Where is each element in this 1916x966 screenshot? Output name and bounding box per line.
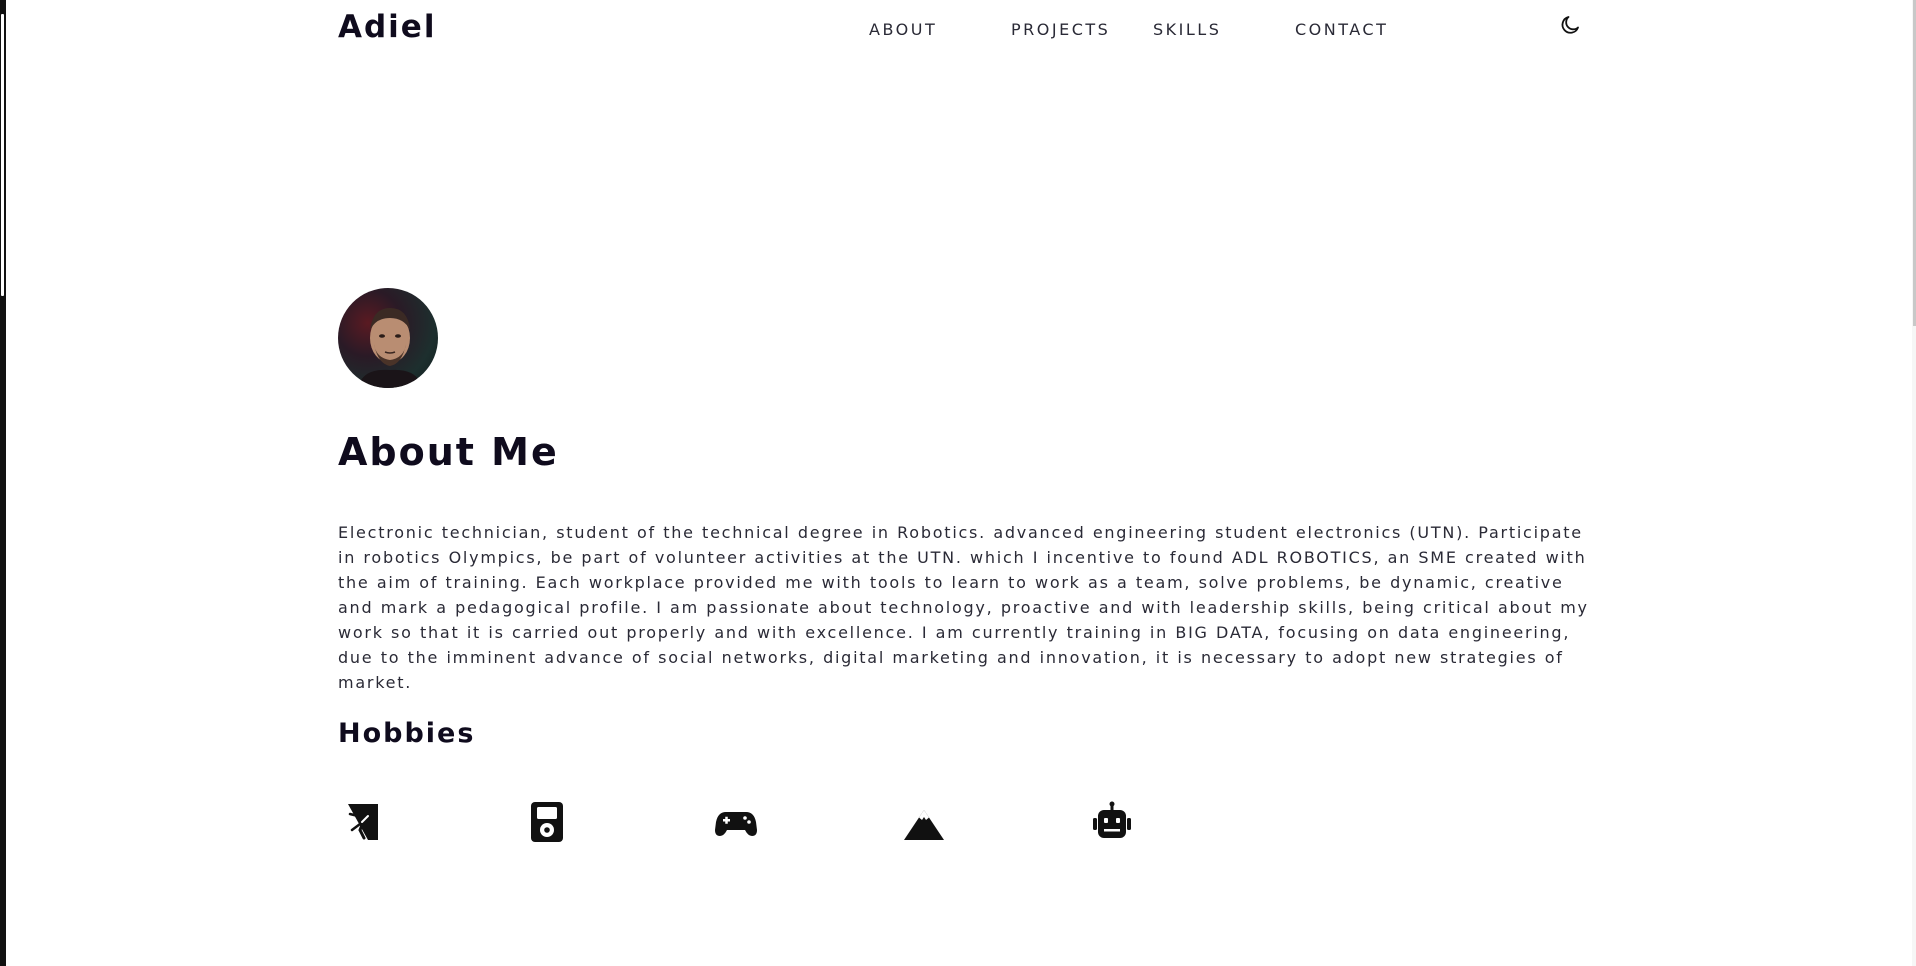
nav-contact[interactable]: CONTACT — [1295, 20, 1388, 39]
site-header: Adiel ABOUT PROJECTS SKILLS CONTACT — [0, 0, 1916, 58]
hobbies-title: Hobbies — [338, 718, 476, 749]
about-description: Electronic technician, student of the te… — [338, 523, 1589, 692]
nav-projects[interactable]: PROJECTS — [1011, 20, 1110, 39]
window-edge — [0, 0, 6, 966]
climbing-icon — [338, 800, 382, 844]
scrollbar[interactable] — [1912, 0, 1916, 966]
nav-about[interactable]: ABOUT — [869, 20, 937, 39]
about-title: About Me — [338, 430, 559, 474]
mountain-icon — [902, 800, 946, 844]
site-logo[interactable]: Adiel — [338, 9, 436, 45]
gamepad-icon — [714, 800, 758, 844]
moon-icon[interactable] — [1558, 13, 1582, 37]
profile-avatar — [338, 288, 438, 388]
music-player-icon — [526, 800, 570, 844]
nav-skills[interactable]: SKILLS — [1153, 20, 1221, 39]
robot-icon — [1090, 800, 1134, 844]
